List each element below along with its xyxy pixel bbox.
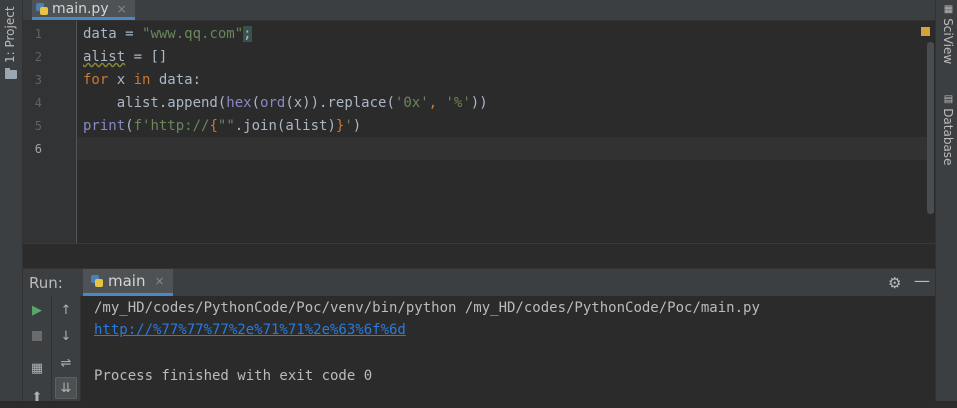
run-tab-close-icon[interactable]: × (154, 274, 164, 288)
database-icon: ▤ (943, 94, 954, 109)
editor-scrollbar[interactable] (927, 42, 934, 214)
gear-icon[interactable]: ⚙ (888, 274, 901, 292)
code-line[interactable]: print(f'http://{"".join(alist)}') (83, 115, 361, 137)
code-token: data = (83, 26, 143, 42)
line-number: 1 (34, 27, 42, 41)
code-token: ( (125, 118, 134, 134)
code-token: print (83, 118, 126, 134)
run-toolbar-secondary: ↑ ↓ ⇌ ⇊ (52, 296, 81, 401)
line-number-gutter: 1 2 3 4 5 6 (23, 21, 77, 243)
console-exit-message: Process finished with exit code 0 (94, 368, 373, 384)
stop-button[interactable] (26, 325, 48, 347)
current-line-highlight (77, 137, 927, 160)
code-token: , (428, 95, 446, 111)
code-token: hex (226, 95, 252, 111)
sciview-label: SciView (941, 18, 955, 65)
code-token: '%' (445, 95, 471, 111)
database-label: Database (941, 108, 955, 166)
minimize-icon[interactable]: — (914, 271, 930, 290)
python-file-icon (36, 2, 48, 15)
code-token: "www.qq.com" (142, 26, 244, 42)
run-toolbar-primary: ▶ ▦ ⬆ (23, 296, 52, 405)
tab-label: main.py (52, 0, 109, 17)
code-token: for (83, 72, 109, 88)
editor-tab-bar: main.py × (23, 0, 935, 21)
warning-marker-icon[interactable] (921, 27, 930, 36)
run-tab-main[interactable]: main × (83, 269, 173, 296)
code-token: ' (344, 118, 353, 134)
sciview-tool-button[interactable]: ▦ SciView (939, 4, 955, 64)
code-token: '0x' (394, 95, 429, 111)
code-line[interactable]: alist.append(hex(ord(x)).replace('0x', '… (83, 92, 488, 114)
run-panel-header: Run: main × ⚙ — (23, 268, 935, 297)
soft-wrap-icon[interactable]: ⇌ (55, 352, 77, 374)
run-panel-title: Run: (29, 274, 63, 292)
panel-splitter[interactable] (23, 243, 935, 270)
python-run-icon (91, 275, 103, 287)
code-token: x (108, 72, 134, 88)
code-token: ( (251, 95, 261, 111)
code-token: alist (83, 49, 126, 65)
right-tool-strip: ▦ SciView ▤ Database (935, 0, 957, 401)
code-token: data: (150, 72, 202, 88)
pin-icon[interactable]: ⬆ (26, 386, 48, 408)
code-token: alist.append( (83, 95, 227, 111)
line-number: 6 (34, 142, 42, 156)
line-number: 3 (34, 73, 42, 87)
sciview-icon: ▦ (943, 4, 954, 19)
left-tool-strip: 1: Project (0, 0, 23, 401)
code-token: )) (470, 95, 488, 111)
console-command-line: /my_HD/codes/PythonCode/Poc/venv/bin/pyt… (94, 300, 760, 316)
code-token: in (133, 72, 151, 88)
project-tool-label: 1: Project (3, 6, 17, 63)
code-token: f'http:// (133, 118, 210, 134)
console-output[interactable]: /my_HD/codes/PythonCode/Poc/venv/bin/pyt… (81, 296, 935, 401)
line-number: 5 (34, 119, 42, 133)
line-number: 2 (34, 50, 42, 64)
rerun-icon[interactable]: ▶ (26, 299, 48, 321)
run-tab-label: main (108, 272, 146, 290)
code-token: ) (352, 118, 362, 134)
tab-main-py[interactable]: main.py × (32, 0, 135, 20)
code-line[interactable]: alist = [] (83, 46, 167, 68)
code-line[interactable]: for x in data: (83, 69, 201, 91)
console-output-link[interactable]: http://%77%77%77%2e%71%71%2e%63%6f%6d (94, 320, 406, 340)
code-token: (x)).replace( (285, 95, 395, 111)
code-token: { (209, 118, 218, 134)
code-token: ord (260, 95, 286, 111)
code-token: = [] (125, 49, 168, 65)
line-number: 4 (34, 96, 42, 110)
down-arrow-icon[interactable]: ↓ (55, 325, 77, 347)
layout-icon[interactable]: ▦ (26, 357, 48, 379)
code-line[interactable]: data = "www.qq.com"; (83, 23, 252, 45)
folder-icon[interactable] (5, 68, 17, 79)
code-token: .join(alist) (234, 118, 336, 134)
scroll-to-end-icon[interactable]: ⇊ (55, 377, 77, 399)
stop-icon (32, 331, 42, 341)
code-token: ; (243, 26, 252, 42)
database-tool-button[interactable]: ▤ Database (939, 94, 955, 165)
code-token: "" (217, 118, 235, 134)
up-arrow-icon[interactable]: ↑ (55, 299, 77, 321)
tab-close-icon[interactable]: × (117, 2, 127, 16)
project-tool-button[interactable]: 1: Project (2, 6, 18, 66)
